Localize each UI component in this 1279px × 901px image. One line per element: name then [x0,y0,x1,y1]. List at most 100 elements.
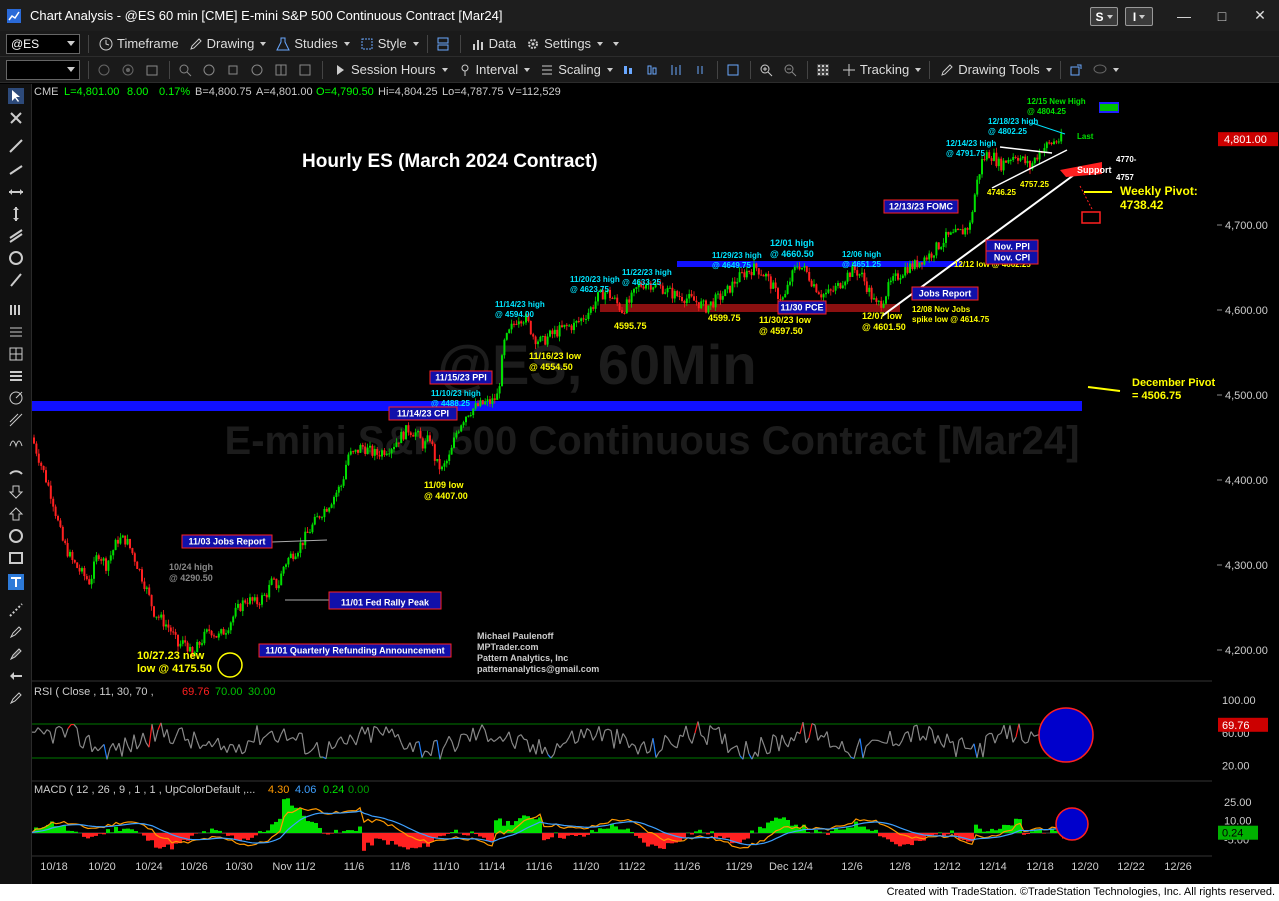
more-chevron-icon[interactable] [1112,67,1119,72]
target-icon[interactable] [200,61,218,79]
candle-body [383,450,386,455]
bars-expand-icon[interactable] [667,61,685,79]
channel-icon[interactable] [8,228,24,244]
macd-histogram-bar [622,829,626,833]
speed-icon[interactable] [8,250,24,266]
style-button[interactable]: Style [360,36,419,51]
candle-body [270,578,273,585]
interval-combo[interactable] [6,59,80,80]
fib-icon[interactable] [8,324,24,340]
data-button[interactable]: Data [471,36,516,51]
calendar-icon[interactable] [143,61,161,79]
split-icon[interactable] [272,61,290,79]
arc-icon[interactable] [8,462,24,478]
lock-drawing-icon[interactable] [8,690,24,706]
s-button[interactable]: S [1090,7,1118,26]
drawing-button[interactable]: Drawing [189,36,267,51]
grid-icon[interactable] [814,61,832,79]
hatch-icon[interactable] [8,602,24,618]
timeframe-button[interactable]: Timeframe [99,36,179,51]
macd-histogram-bar [354,830,358,833]
arrow-down-icon[interactable] [8,484,24,500]
rsi-segment [304,752,309,755]
rectangle-icon[interactable] [8,550,24,566]
bars-icon[interactable] [8,302,24,318]
symbol-input[interactable]: @ES [6,33,80,54]
grid-tool-icon[interactable] [8,346,24,362]
horizontal-line-icon[interactable] [8,184,24,200]
candle-body [774,282,777,289]
macd-histogram-bar [994,830,998,833]
eraser-icon[interactable] [8,646,24,662]
candle-body [582,318,585,320]
vertical-line-icon[interactable] [8,206,24,222]
candle-icon[interactable] [619,61,637,79]
link-icon[interactable] [434,35,452,53]
candle-body [162,614,165,627]
candle-body [635,287,638,289]
refresh-icon[interactable] [95,61,113,79]
cycle-icon[interactable] [8,434,24,450]
line-tool-icon[interactable] [8,138,24,154]
text-icon[interactable] [8,574,24,590]
secondary-toolbar: Session Hours Interval Scaling Tracking … [0,57,1279,83]
chevron-down-icon [67,66,75,72]
zoom-out-icon[interactable] [781,61,799,79]
ruler-icon[interactable] [8,272,24,288]
macd-histogram-bar [990,828,994,833]
candle-body [208,629,211,631]
candle-body [561,325,563,328]
rsi-segment [247,740,252,742]
minimize-icon[interactable]: — [1165,0,1203,31]
close-icon[interactable]: ✕ [1241,0,1279,31]
studies-button[interactable]: Studies [276,36,350,51]
candle-body [349,451,352,455]
tracking-button[interactable]: Tracking [842,62,922,77]
drawing-tools-button[interactable]: Drawing Tools [940,62,1052,77]
time-tick-label: 11/26 [674,861,701,873]
candle-body [114,539,117,551]
chat-icon[interactable] [1091,61,1109,79]
layout-icon[interactable] [724,61,742,79]
zoom-chart-icon[interactable] [176,61,194,79]
brush-icon[interactable] [8,624,24,640]
more-chevron-icon[interactable] [613,41,620,46]
i-button[interactable]: I [1125,7,1153,26]
candle-body [517,321,520,325]
andrews-icon[interactable] [8,412,24,428]
interval-button[interactable]: Interval [458,62,531,77]
candle-body [733,281,736,284]
candle-body [817,292,820,295]
gear-icon [528,38,539,49]
export-icon[interactable] [1067,61,1085,79]
scaling-button[interactable]: Scaling [540,62,613,77]
chart-panel[interactable]: @ES, 60Min E-mini S&P 500 Continuous Con… [32,84,1279,884]
macd-histogram-bar [258,831,262,833]
pointer-icon[interactable] [8,88,24,104]
gann-icon[interactable] [8,390,24,406]
maximize-icon[interactable]: □ [1203,0,1241,31]
bars-compress-icon[interactable] [691,61,709,79]
green-box-marker [1100,104,1118,111]
arrow-left-icon[interactable] [8,668,24,684]
bar-icon[interactable] [224,61,242,79]
session-hours-button[interactable]: Session Hours [333,62,448,77]
settings-button[interactable]: Settings [526,36,604,51]
circle-chart-icon[interactable] [248,61,266,79]
macd-histogram-bar [134,831,138,833]
arrow-up-icon[interactable] [8,506,24,522]
candle-body [462,422,465,426]
grid-small-icon[interactable] [296,61,314,79]
close-icon[interactable] [8,110,24,126]
candle-body [249,597,251,604]
candle-body [803,266,806,268]
candle-alt-icon[interactable] [643,61,661,79]
sync-icon[interactable] [119,61,137,79]
candle-body [1053,141,1055,145]
macd-histogram-bar [250,833,254,838]
ellipse-icon[interactable] [8,528,24,544]
zoom-in-icon[interactable] [757,61,775,79]
lines-icon[interactable] [8,368,24,384]
trend-tool-icon[interactable] [8,162,24,178]
candle-body [378,454,381,457]
